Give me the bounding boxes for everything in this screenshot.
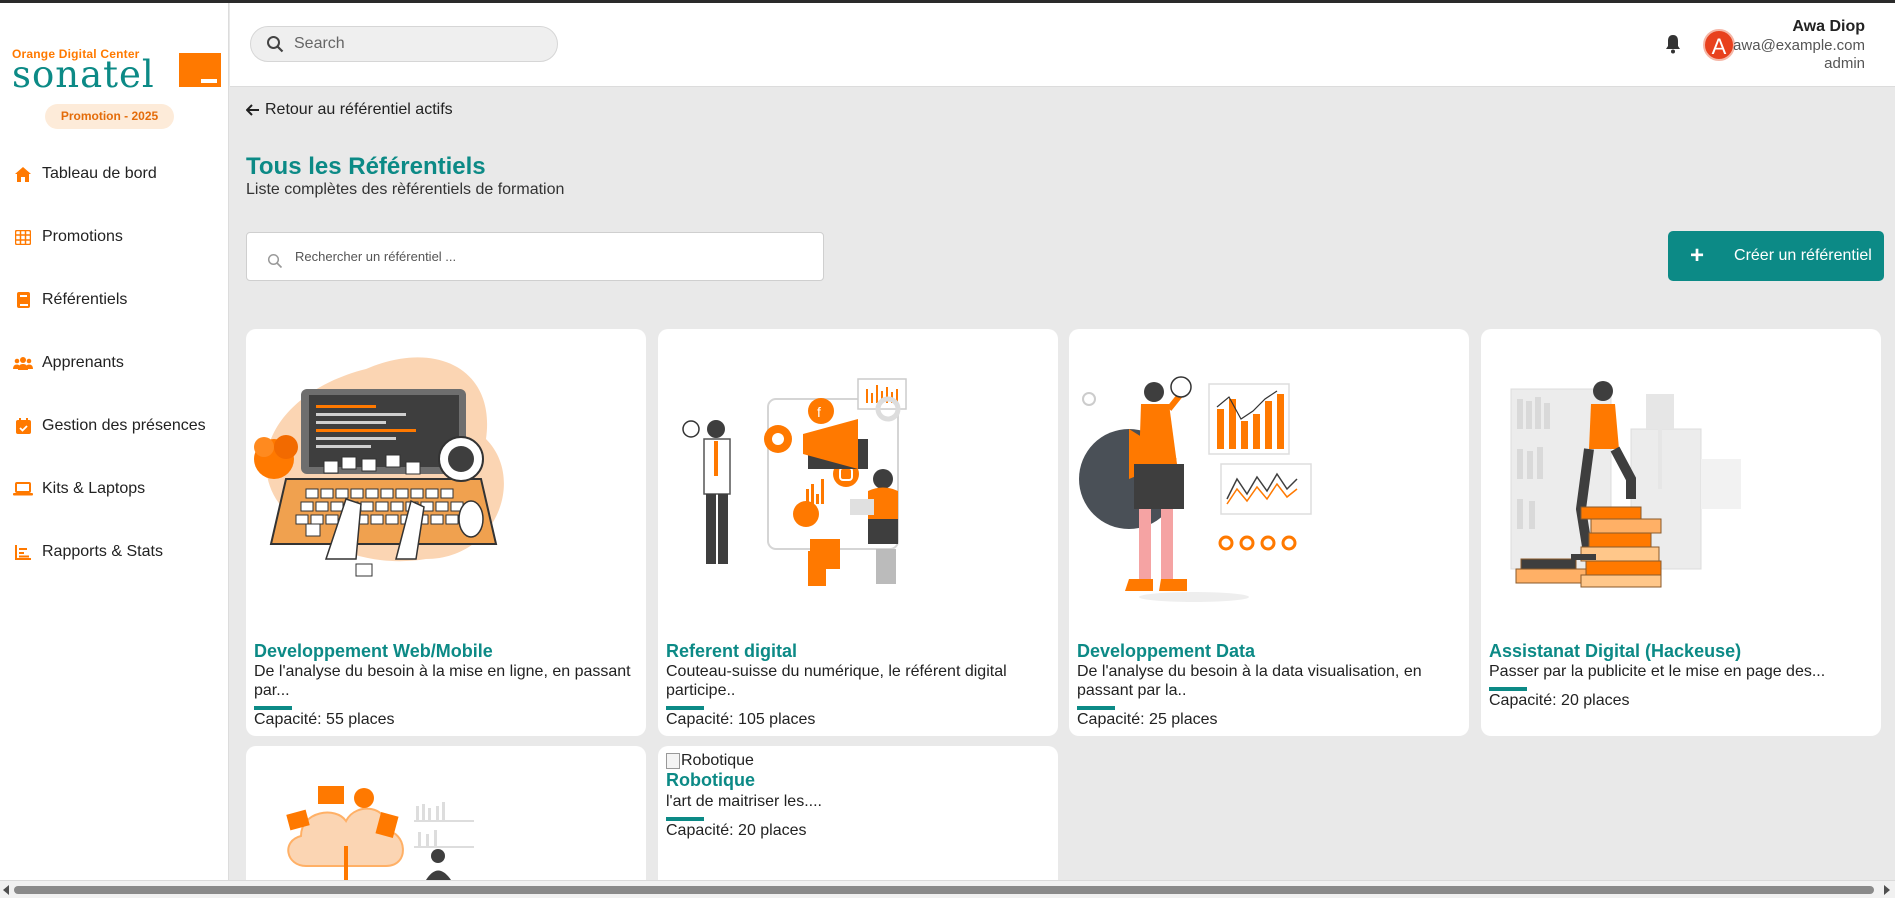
logo-wordmark: sonatel xyxy=(12,53,155,96)
sidebar-item-kits[interactable]: Kits & Laptops xyxy=(0,469,229,509)
card-description: De l'analyse du besoin à la data visuali… xyxy=(1077,663,1422,699)
assistant-books-illustration xyxy=(1510,381,1741,588)
card-capacity: Capacité: 55 places xyxy=(254,711,395,728)
card-capacity: Capacité: 20 places xyxy=(1489,692,1630,709)
card-divider xyxy=(1489,687,1527,691)
laptop-icon xyxy=(12,478,34,500)
cloud-illustration xyxy=(286,786,474,880)
home-icon xyxy=(12,163,34,185)
card-title: Referent digital xyxy=(666,641,798,661)
user-info[interactable]: Awa Diop awa@example.com admin xyxy=(1733,17,1865,73)
avatar[interactable]: A xyxy=(1703,29,1735,61)
card-description: Passer par la publicite et le mise en pa… xyxy=(1489,663,1826,680)
user-role: admin xyxy=(1824,55,1865,72)
user-email: awa@example.com xyxy=(1733,37,1865,54)
top-bar: A Awa Diop awa@example.com admin xyxy=(230,3,1895,87)
web-development-illustration xyxy=(254,357,504,577)
data-analytics-illustration xyxy=(1079,376,1312,602)
card-capacity: Capacité: 20 places xyxy=(666,822,807,839)
referentiel-card-data[interactable]: Developpement Data De l'analyse du besoi… xyxy=(1069,329,1469,736)
page-subtitle: Liste complètes des rèférentiels de form… xyxy=(246,181,565,198)
sidebar-item-rapports[interactable]: Rapports & Stats xyxy=(0,532,229,572)
referentiel-card-robotique[interactable]: Robotique Robotique l'art de maitriser l… xyxy=(658,746,1058,880)
referentiel-card-referent-digital[interactable]: f Referent digital Couteau-suisse du num… xyxy=(658,329,1058,736)
orange-square-icon xyxy=(179,53,221,87)
broken-image: Robotique xyxy=(666,752,754,770)
referentiel-card-cloud[interactable] xyxy=(246,746,646,880)
sidebar: Orange Digital Center sonatel Promotion … xyxy=(0,3,229,880)
referentiel-search-input[interactable] xyxy=(295,249,795,264)
sidebar-item-presences[interactable]: Gestion des présences xyxy=(0,406,229,446)
global-search-input[interactable] xyxy=(294,35,534,53)
arrow-left-icon xyxy=(246,104,259,116)
card-title: Developpement Web/Mobile xyxy=(254,641,493,661)
sidebar-item-label: Tableau de bord xyxy=(42,165,157,182)
sonatel-logo[interactable]: Orange Digital Center sonatel xyxy=(12,47,222,97)
bell-icon[interactable] xyxy=(1664,34,1682,54)
global-search[interactable] xyxy=(250,26,558,62)
card-title: Robotique xyxy=(666,770,755,790)
sidebar-item-referentiels[interactable]: Référentiels xyxy=(0,280,229,320)
card-title: Assistanat Digital (Hackeuse) xyxy=(1489,641,1742,661)
scroll-right-arrow-icon[interactable] xyxy=(1884,885,1890,895)
card-capacity: Capacité: 105 places xyxy=(666,711,816,728)
sidebar-item-apprenants[interactable]: Apprenants xyxy=(0,343,229,383)
card-description: Couteau-suisse du numérique, le référent… xyxy=(666,663,1007,699)
sidebar-item-label: Kits & Laptops xyxy=(42,480,146,497)
page-title: Tous les Référentiels xyxy=(246,153,486,180)
sidebar-item-label: Gestion des présences xyxy=(42,417,206,434)
search-icon xyxy=(267,36,284,53)
scroll-left-arrow-icon[interactable] xyxy=(3,885,9,895)
grid-icon xyxy=(12,226,34,248)
card-divider xyxy=(254,706,292,710)
image-alt-text: Robotique xyxy=(681,752,754,769)
sidebar-item-label: Référentiels xyxy=(42,291,128,308)
card-description: De l'analyse du besoin à la mise en lign… xyxy=(254,663,631,699)
user-name: Awa Diop xyxy=(1792,18,1865,35)
plus-icon: + xyxy=(1690,242,1705,269)
card-divider xyxy=(666,706,704,710)
promotion-badge: Promotion - 2025 xyxy=(45,104,174,129)
back-link-label: Retour au référentiel actifs xyxy=(265,101,453,118)
digital-referent-illustration: f xyxy=(682,378,907,586)
users-icon xyxy=(12,352,34,374)
create-referentiel-button[interactable]: + Créer un référentiel xyxy=(1668,231,1884,281)
create-referentiel-label: Créer un référentiel xyxy=(1734,247,1872,264)
sidebar-item-label: Apprenants xyxy=(42,354,124,371)
sidebar-item-label: Rapports & Stats xyxy=(42,543,163,560)
book-icon xyxy=(12,289,34,311)
card-divider xyxy=(666,817,704,821)
card-title: Developpement Data xyxy=(1077,641,1256,661)
sidebar-item-dashboard[interactable]: Tableau de bord xyxy=(0,154,229,194)
referentiel-card-assistanat[interactable]: Assistanat Digital (Hackeuse) Passer par… xyxy=(1481,329,1881,736)
back-link[interactable]: Retour au référentiel actifs xyxy=(246,101,453,119)
card-capacity: Capacité: 25 places xyxy=(1077,711,1218,728)
search-icon xyxy=(267,253,283,268)
sidebar-item-promotions[interactable]: Promotions xyxy=(0,217,229,257)
scrollbar-thumb[interactable] xyxy=(14,886,1874,894)
sidebar-item-label: Promotions xyxy=(42,228,123,245)
referentiel-card-web-mobile[interactable]: Developpement Web/Mobile De l'analyse du… xyxy=(246,329,646,736)
bar-chart-icon xyxy=(12,541,34,563)
broken-image-icon xyxy=(666,753,680,769)
horizontal-scrollbar[interactable] xyxy=(0,880,1895,898)
card-divider xyxy=(1077,706,1115,710)
card-description: l'art de maitriser les.... xyxy=(666,793,822,810)
svg-text:f: f xyxy=(817,404,821,420)
referentiel-search[interactable] xyxy=(246,232,824,281)
calendar-check-icon xyxy=(12,415,34,437)
